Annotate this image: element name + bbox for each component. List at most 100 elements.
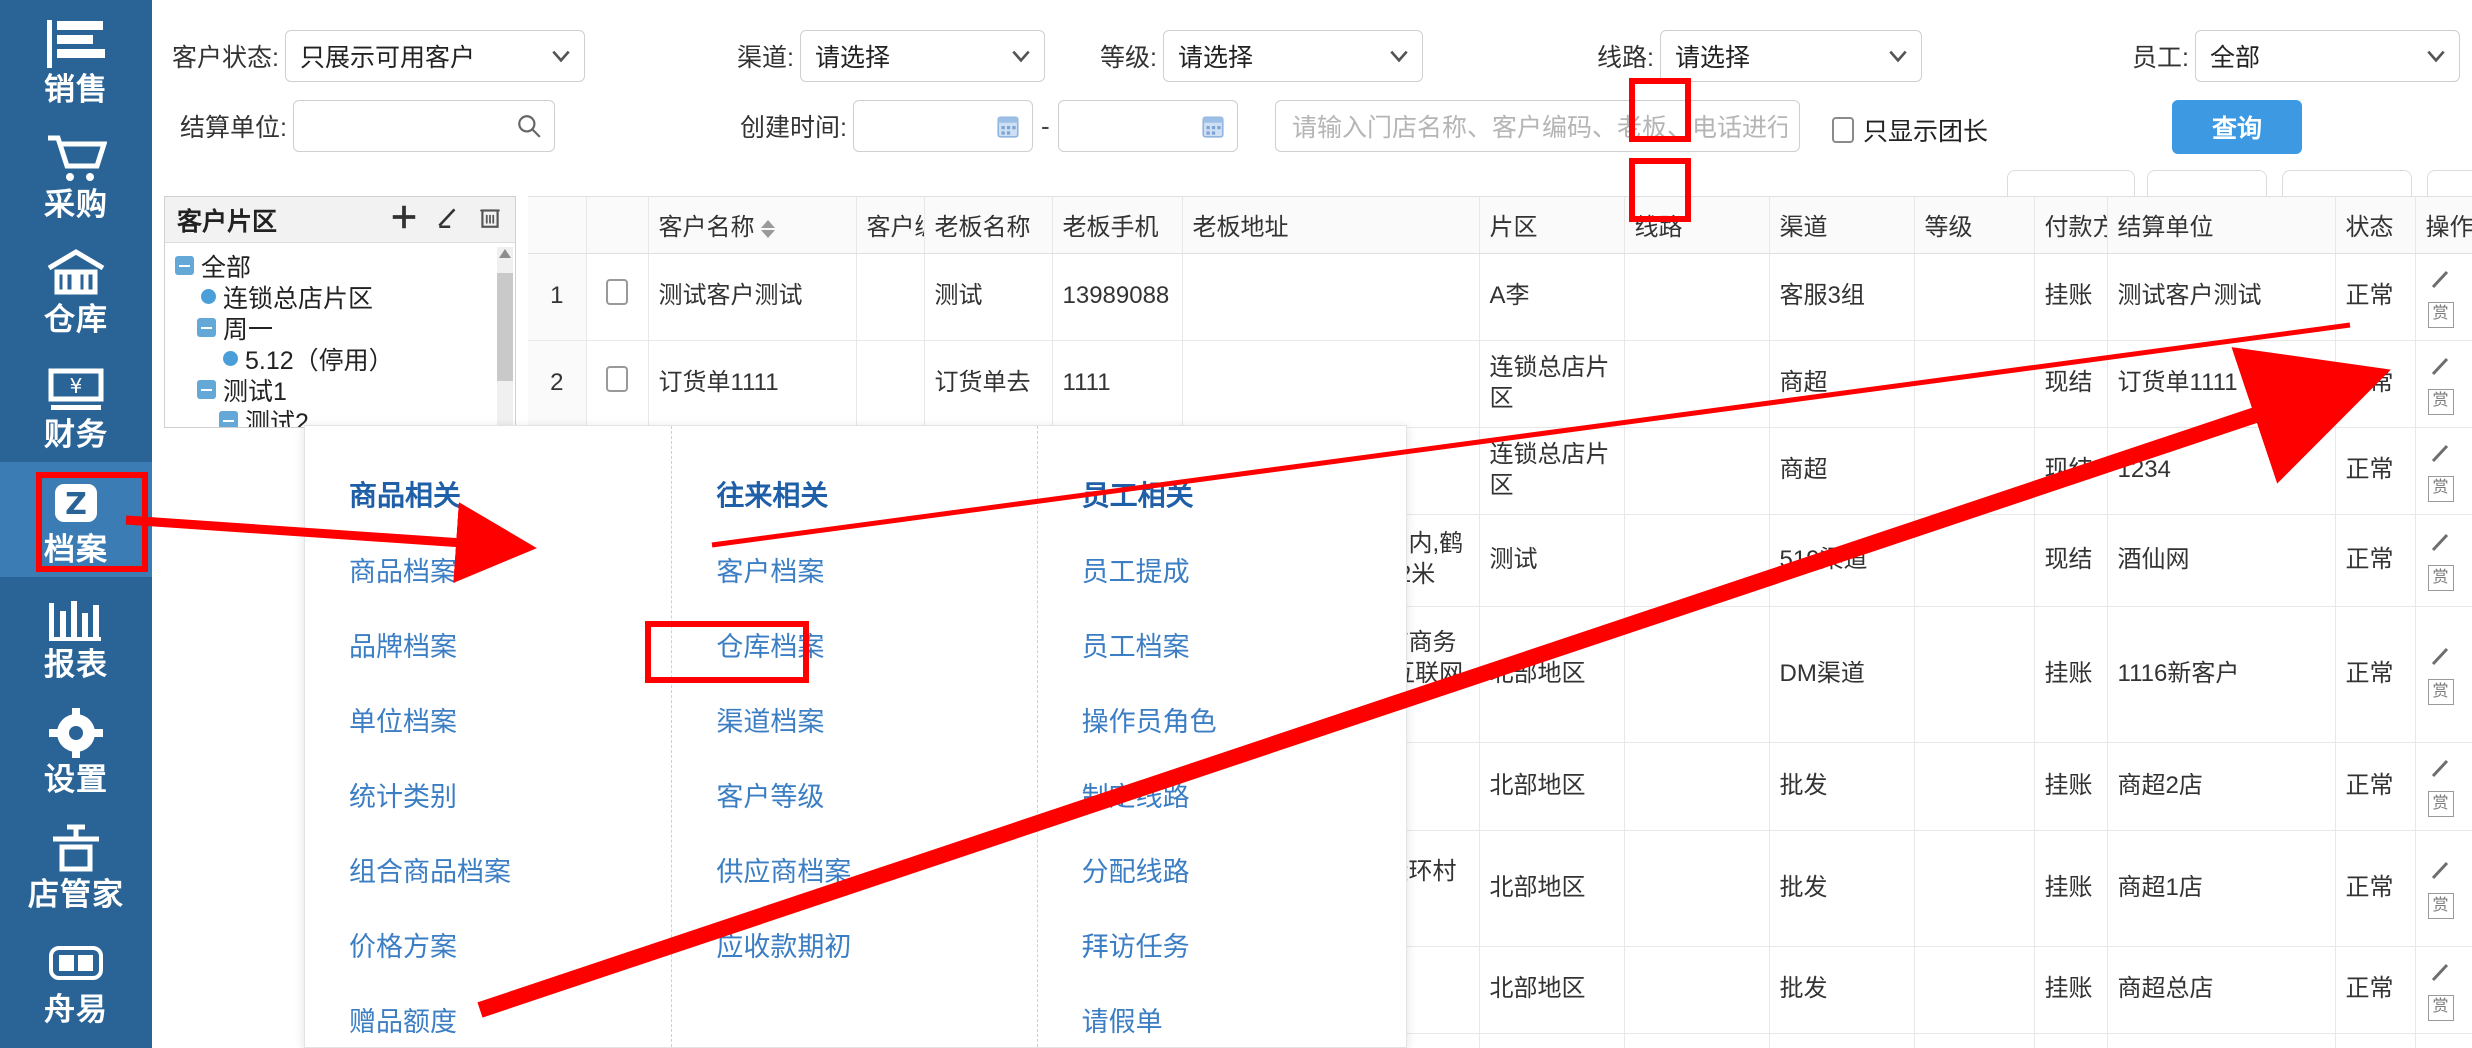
calendar-icon[interactable] bbox=[996, 113, 1020, 139]
collapse-toggle-icon[interactable] bbox=[175, 256, 194, 275]
customer-status-select[interactable]: 只展示可用客户 bbox=[284, 30, 585, 82]
gift-quota-icon[interactable]: 赏 bbox=[2426, 387, 2456, 417]
tree-node-chain-hq[interactable]: 连锁总店片区 bbox=[171, 281, 515, 313]
menu-column-title: 商品相关 bbox=[349, 480, 462, 511]
column-header-label: 客户名称 bbox=[658, 214, 755, 242]
table-row[interactable]: 1测试客户测试测试13989088A李客服3组挂账测试客户测试正常赏才 bbox=[528, 253, 2472, 341]
edit-pencil-icon[interactable] bbox=[2426, 351, 2456, 381]
edit-pencil-icon[interactable] bbox=[2426, 641, 2456, 671]
rail-label: 设置 bbox=[44, 762, 108, 797]
table-row[interactable]: 2订货单1111订货单去1111连锁总店片区商超现结订货单1111正常赏才 bbox=[528, 340, 2472, 428]
column-header-name[interactable]: 客户名称 bbox=[648, 197, 857, 254]
only-leader-checkbox-wrap[interactable]: 只显示团长 bbox=[1832, 112, 1988, 148]
gift-quota-icon[interactable]: 赏 bbox=[2426, 789, 2456, 819]
row-checkbox-cell[interactable] bbox=[586, 253, 649, 341]
employee-select[interactable]: 全部 bbox=[2194, 30, 2460, 82]
gift-quota-icon[interactable]: 赏 bbox=[2426, 474, 2456, 504]
row-checkbox[interactable] bbox=[606, 279, 628, 306]
tree-node-monday[interactable]: 周一 bbox=[171, 312, 515, 344]
row-checkbox[interactable] bbox=[606, 366, 628, 393]
collapse-toggle-icon[interactable] bbox=[197, 380, 216, 399]
menu-item-leave-form[interactable]: 请假单 bbox=[1082, 1000, 1163, 1039]
column-header-pay: 付款方 bbox=[2034, 197, 2108, 254]
cell-pay: 现结 bbox=[2034, 427, 2108, 515]
menu-item-price-plan[interactable]: 价格方案 bbox=[349, 925, 457, 964]
channel-select[interactable]: 请选择 bbox=[799, 30, 1045, 82]
scroll-up-arrow-icon[interactable] bbox=[499, 249, 511, 258]
rail-label: 财务 bbox=[44, 417, 108, 452]
edit-pencil-icon[interactable] bbox=[2426, 264, 2456, 294]
edit-pencil-icon[interactable] bbox=[2426, 753, 2456, 783]
menu-item-customer-level[interactable]: 客户等级 bbox=[716, 775, 824, 814]
menu-item-staff-archive[interactable]: 员工档案 bbox=[1082, 625, 1190, 664]
only-leader-checkbox[interactable] bbox=[1832, 117, 1854, 143]
gift-quota-icon[interactable]: 赏 bbox=[2426, 300, 2456, 330]
settle-unit-input[interactable] bbox=[292, 100, 555, 152]
tree-node-test1[interactable]: 测试1 bbox=[171, 374, 515, 406]
delete-trash-icon[interactable] bbox=[477, 204, 503, 235]
create-time-start-input[interactable] bbox=[852, 100, 1033, 152]
rail-item-archive[interactable]: Z 档案 bbox=[0, 462, 152, 577]
menu-item-brand-archive[interactable]: 品牌档案 bbox=[349, 625, 457, 664]
rail-item-warehouse[interactable]: 仓库 bbox=[0, 232, 152, 347]
collapse-toggle-icon[interactable] bbox=[197, 318, 216, 337]
menu-item-define-route[interactable]: 制定线路 bbox=[1082, 775, 1190, 814]
menu-item-channel-archive[interactable]: 渠道档案 bbox=[716, 700, 824, 739]
calendar-icon[interactable] bbox=[1201, 113, 1225, 139]
row-actions-cell: 赏才 bbox=[2415, 1033, 2472, 1048]
rail-item-finance[interactable]: ¥ 财务 bbox=[0, 347, 152, 462]
add-icon[interactable] bbox=[389, 202, 419, 237]
rail-item-report[interactable]: 报表 bbox=[0, 577, 152, 692]
edit-pencil-icon[interactable] bbox=[435, 204, 461, 235]
edit-pencil-icon[interactable] bbox=[2426, 527, 2456, 557]
menu-column-partners: 往来相关 客户档案 仓库档案 渠道档案 客户等级 供应商档案 应收款期初 bbox=[671, 426, 1036, 1047]
menu-item-receivable-opening[interactable]: 应收款期初 bbox=[716, 925, 851, 964]
tree-node-512[interactable]: 5.12（停用） bbox=[171, 343, 515, 375]
menu-item-customer-archive[interactable]: 客户档案 bbox=[716, 550, 824, 589]
rail-label: 报表 bbox=[44, 647, 108, 682]
menu-item-assign-route[interactable]: 分配线路 bbox=[1082, 850, 1190, 889]
menu-column-title: 往来相关 bbox=[716, 480, 829, 511]
menu-item-gift-quota[interactable]: 赠品额度 bbox=[349, 1000, 457, 1039]
menu-item-goods-archive[interactable]: 商品档案 bbox=[349, 550, 457, 589]
keyword-search-input[interactable]: 请输入门店名称、客户编码、老板、电话进行检索 bbox=[1275, 100, 1800, 152]
rail-item-purchase[interactable]: 采购 bbox=[0, 117, 152, 232]
cell-district: 测试 bbox=[1479, 514, 1625, 607]
cell-route bbox=[1624, 514, 1770, 607]
tree-node-all[interactable]: 全部 bbox=[171, 250, 515, 282]
search-icon[interactable] bbox=[516, 113, 542, 139]
cell-level bbox=[1914, 742, 2035, 831]
edit-pencil-icon[interactable] bbox=[2426, 957, 2456, 987]
column-header-code: 客户编 bbox=[856, 197, 925, 254]
edit-pencil-icon[interactable] bbox=[2426, 855, 2456, 885]
rail-item-store-manager[interactable]: 店管家 bbox=[0, 807, 152, 922]
menu-item-unit-archive[interactable]: 单位档案 bbox=[349, 700, 457, 739]
gift-quota-icon[interactable]: 赏 bbox=[2426, 993, 2456, 1023]
menu-item-operator-role[interactable]: 操作员角色 bbox=[1082, 700, 1217, 739]
menu-column-staff: 员工相关 员工提成 员工档案 操作员角色 制定线路 分配线路 拜访任务 请假单 bbox=[1036, 426, 1406, 1047]
gift-quota-icon[interactable]: 赏 bbox=[2426, 677, 2456, 707]
sort-arrows-icon[interactable] bbox=[760, 219, 775, 238]
collapse-toggle-icon[interactable] bbox=[219, 411, 238, 427]
query-button[interactable]: 查询 bbox=[2172, 100, 2302, 154]
keyword-search-wrap: 请输入门店名称、客户编码、老板、电话进行检索 bbox=[1275, 100, 1800, 152]
route-select[interactable]: 请选择 bbox=[1659, 30, 1922, 82]
edit-pencil-icon[interactable] bbox=[2426, 438, 2456, 468]
menu-item-supplier-archive[interactable]: 供应商档案 bbox=[716, 850, 851, 889]
level-select[interactable]: 请选择 bbox=[1162, 30, 1423, 82]
rail-item-zhouyi[interactable]: 舟易 bbox=[0, 922, 152, 1037]
cell-route bbox=[1624, 946, 1770, 1034]
scrollbar-thumb[interactable] bbox=[497, 273, 513, 381]
create-time-end-input[interactable] bbox=[1057, 100, 1238, 152]
menu-item-stat-category[interactable]: 统计类别 bbox=[349, 775, 457, 814]
row-checkbox-cell[interactable] bbox=[586, 340, 649, 428]
menu-item-staff-commission[interactable]: 员工提成 bbox=[1082, 550, 1190, 589]
rail-item-settings[interactable]: 设置 bbox=[0, 692, 152, 807]
menu-item-visit-task[interactable]: 拜访任务 bbox=[1082, 925, 1190, 964]
tree-node-label: 测试2 bbox=[245, 408, 309, 428]
gift-quota-icon[interactable]: 赏 bbox=[2426, 891, 2456, 921]
gift-quota-icon[interactable]: 赏 bbox=[2426, 563, 2456, 593]
menu-item-combo-goods-archive[interactable]: 组合商品档案 bbox=[349, 850, 511, 889]
rail-item-sales[interactable]: 销售 bbox=[0, 2, 152, 117]
tree-scrollbar[interactable] bbox=[497, 247, 513, 427]
